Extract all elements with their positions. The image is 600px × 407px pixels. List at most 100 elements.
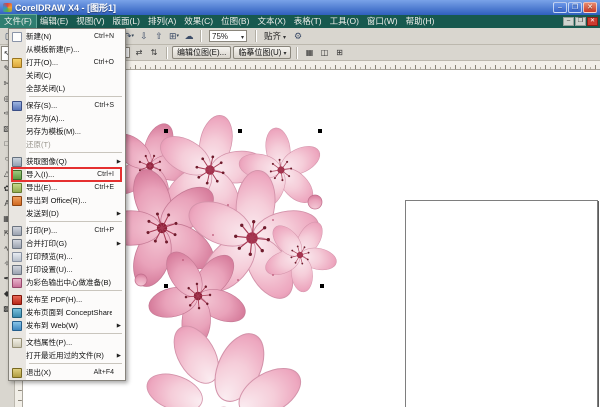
menu-item-label: 退出(X): [26, 368, 51, 377]
edit-bitmap-button[interactable]: 编辑位图(E)...: [172, 46, 232, 59]
file-menu-item[interactable]: 发布到 Web(W) ▶: [10, 319, 124, 332]
menubar-item[interactable]: 文本(X): [253, 15, 289, 28]
menubar: 文件(F) 编辑(E) 视图(V) 版面(L) 排列(A) 效果(C) 位图(B) 文本(X)…: [0, 14, 600, 29]
file-menu-item[interactable]: 打开最近用过的文件(R) ▶: [10, 349, 124, 362]
no-icon: [12, 351, 22, 361]
doc-props-icon: [12, 337, 22, 348]
zoom-level-value: 75%: [212, 31, 229, 41]
file-menu-item[interactable]: 从模板新建(F)...: [10, 43, 124, 56]
save-icon: [12, 100, 22, 111]
toolbar-separator: [166, 46, 167, 59]
file-menu-item[interactable]: 打印设置(U)...: [10, 263, 124, 276]
export-icon[interactable]: ⇧: [152, 29, 166, 43]
conceptshare-icon: [12, 307, 22, 318]
file-menu-item[interactable]: 打开(O)... Ctrl+O: [10, 56, 124, 69]
menu-separator: [29, 363, 122, 364]
file-menu-item[interactable]: 导入(I)... Ctrl+I: [10, 167, 124, 182]
mirror-horizontal-icon[interactable]: ⇄: [132, 46, 146, 60]
snap-to-button[interactable]: 贴齐: [260, 30, 290, 43]
file-menu-item[interactable]: 获取图像(Q) ▶: [10, 155, 124, 168]
file-menu-item[interactable]: 新建(N) Ctrl+N: [10, 30, 124, 43]
menu-item-label: 发送到(D): [26, 209, 59, 218]
menu-item-label: 还原(T): [26, 140, 51, 149]
maximize-button[interactable]: ❐: [568, 2, 582, 13]
open-folder-icon: [12, 57, 22, 68]
menu-item-label: 打印预览(R)...: [26, 252, 73, 261]
file-menu-item[interactable]: 导出到 Office(R)...: [10, 194, 124, 207]
selection-handle[interactable]: [238, 129, 242, 133]
submenu-arrow-icon: ▶: [116, 158, 121, 165]
menubar-item[interactable]: 工具(O): [326, 15, 363, 28]
print-icon: [12, 225, 22, 236]
print-setup-icon: [12, 264, 22, 275]
file-menu-item[interactable]: 合并打印(G) ▶: [10, 237, 124, 250]
trace-bitmap-button[interactable]: 临摹位图(U): [233, 46, 292, 59]
doc-close-button[interactable]: ✕: [587, 17, 598, 26]
selection-handle[interactable]: [320, 284, 324, 288]
crop-bitmap-icon[interactable]: ◫: [317, 46, 331, 60]
import-icon[interactable]: ⇩: [137, 29, 151, 43]
menu-item-label: 全部关闭(L): [26, 84, 66, 93]
merge-print-icon: [12, 238, 22, 249]
mirror-vertical-icon[interactable]: ⇅: [147, 46, 161, 60]
menubar-item[interactable]: 表格(T): [290, 15, 326, 28]
file-menu-item[interactable]: 导出(E)... Ctrl+E: [10, 181, 124, 194]
file-menu-item[interactable]: 文档属性(P)...: [10, 336, 124, 349]
file-menu-item[interactable]: 发送到(D) ▶: [10, 207, 124, 220]
web-icon: [12, 320, 22, 331]
selection-handle[interactable]: [164, 284, 168, 288]
selection-handle[interactable]: [318, 129, 322, 133]
selection-handle[interactable]: [164, 129, 168, 133]
toolbar-separator: [255, 30, 256, 42]
menu-item-label: 发布至 PDF(H)...: [26, 295, 83, 304]
submenu-arrow-icon: ▶: [116, 322, 121, 329]
application-launcher-icon[interactable]: ⊞ ▾: [167, 29, 181, 43]
chevron-down-icon: [283, 48, 286, 57]
menubar-item[interactable]: 窗口(W): [363, 15, 402, 28]
file-menu-item[interactable]: 另存为(A)...: [10, 112, 124, 125]
menu-item-label: 打印(P)...: [26, 226, 58, 235]
options-gear-icon[interactable]: ⚙: [291, 29, 305, 43]
menubar-item[interactable]: 视图(V): [72, 15, 108, 28]
menu-item-label: 另存为模板(M)...: [26, 127, 81, 136]
trace-bitmap-label: 临摹位图(U): [238, 48, 282, 57]
submenu-arrow-icon: ▶: [116, 210, 121, 217]
close-button[interactable]: ✕: [583, 2, 597, 13]
file-menu-item[interactable]: 全部关闭(L): [10, 82, 124, 95]
menubar-item[interactable]: 文件(F): [0, 14, 37, 29]
corel-online-icon[interactable]: ☁: [182, 29, 196, 43]
resample-bitmap-icon[interactable]: ▦: [302, 46, 316, 60]
no-icon: [12, 209, 22, 219]
file-menu-item[interactable]: 为彩色输出中心做准备(B)...: [10, 276, 124, 289]
zoom-level-combo[interactable]: 75%: [209, 30, 247, 42]
file-menu-item[interactable]: 另存为模板(M)...: [10, 125, 124, 138]
minimize-button[interactable]: –: [553, 2, 567, 13]
menu-item-shortcut: Ctrl+S: [94, 102, 114, 109]
dropdown-arrow-icon: ▾: [131, 33, 135, 39]
file-menu-item[interactable]: 保存(S)... Ctrl+S: [10, 99, 124, 112]
bitmap-options-icon[interactable]: ⊞: [332, 46, 346, 60]
file-menu-item[interactable]: 发布页面到 ConceptShare(T)...: [10, 306, 124, 319]
doc-minimize-button[interactable]: –: [563, 17, 574, 26]
menu-item-label: 打印设置(U)...: [26, 265, 73, 274]
office-icon: [12, 195, 22, 206]
menu-item-shortcut: Ctrl+I: [97, 171, 114, 178]
menubar-item[interactable]: 帮助(H): [402, 15, 439, 28]
file-menu-item[interactable]: 退出(X) Alt+F4: [10, 366, 124, 379]
mirror-buttons: ⇄ ⇅: [132, 46, 161, 60]
menubar-item[interactable]: 编辑(E): [36, 15, 72, 28]
menu-item-label: 文档属性(P)...: [26, 338, 73, 347]
menubar-item[interactable]: 效果(C): [180, 15, 217, 28]
file-menu-item[interactable]: 打印(P)... Ctrl+P: [10, 224, 124, 237]
menubar-item[interactable]: 版面(L): [109, 15, 144, 28]
doc-restore-button[interactable]: ❐: [575, 17, 586, 26]
menubar-item[interactable]: 排列(A): [144, 15, 180, 28]
menu-item-label: 合并打印(G): [26, 239, 67, 248]
file-menu-item[interactable]: 打印预览(R)...: [10, 250, 124, 263]
menubar-item[interactable]: 位图(B): [217, 15, 253, 28]
coreldraw-logo-icon: [3, 3, 12, 12]
file-menu-item[interactable]: 发布至 PDF(H)...: [10, 293, 124, 306]
toolbar-separator: [200, 30, 201, 42]
file-menu-list: 新建(N) Ctrl+N 从模板新建(F)... 打开(O)... Ctrl+O 关闭(C…: [10, 30, 124, 379]
file-menu-item[interactable]: 关闭(C): [10, 69, 124, 82]
